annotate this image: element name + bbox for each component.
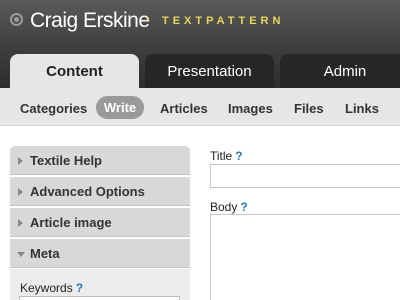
subtab-articles[interactable]: Articles [160, 101, 208, 116]
triangle-right-icon [18, 219, 23, 227]
title-label: Title? [210, 149, 243, 163]
sub-navigation: Categories Write Articles Images Files L… [0, 88, 400, 126]
pane-label: Advanced Options [30, 184, 145, 199]
subtab-images[interactable]: Images [228, 101, 273, 116]
body-label: Body? [210, 200, 248, 214]
eye-icon[interactable] [10, 13, 23, 26]
triangle-right-icon [18, 157, 23, 165]
title-label-text: Title [210, 149, 233, 163]
keywords-help-link[interactable]: ? [76, 281, 83, 295]
app-name: TEXTPATTERN [162, 15, 285, 27]
tab-presentation[interactable]: Presentation [145, 54, 274, 89]
pane-meta[interactable]: Meta [10, 239, 190, 268]
subtab-categories[interactable]: Categories [20, 101, 87, 116]
subtab-files[interactable]: Files [294, 101, 324, 116]
separator-dot: • [146, 14, 150, 25]
subtab-links[interactable]: Links [345, 101, 379, 116]
pane-textile-help[interactable]: Textile Help [10, 146, 190, 175]
pane-advanced-options[interactable]: Advanced Options [10, 177, 190, 206]
title-help-link[interactable]: ? [235, 149, 242, 163]
keywords-label-text: Keywords [20, 281, 73, 295]
subtab-write[interactable]: Write [96, 96, 144, 119]
app-header: Craig Erskine • TEXTPATTERN Content Pres… [0, 0, 400, 89]
triangle-right-icon [18, 188, 23, 196]
site-name[interactable]: Craig Erskine [30, 9, 150, 33]
tab-admin[interactable]: Admin [280, 54, 400, 89]
tab-content[interactable]: Content [10, 54, 139, 89]
pane-label: Article image [30, 215, 112, 230]
pane-article-image[interactable]: Article image [10, 208, 190, 237]
title-input[interactable] [210, 164, 400, 188]
body-textarea[interactable] [210, 214, 400, 300]
pane-label: Textile Help [30, 153, 103, 168]
pane-label: Meta [30, 246, 60, 261]
keywords-input[interactable] [19, 296, 180, 300]
keywords-label: Keywords? [20, 281, 83, 295]
triangle-down-icon [17, 252, 25, 257]
body-help-link[interactable]: ? [240, 200, 247, 214]
body-label-text: Body [210, 200, 238, 214]
